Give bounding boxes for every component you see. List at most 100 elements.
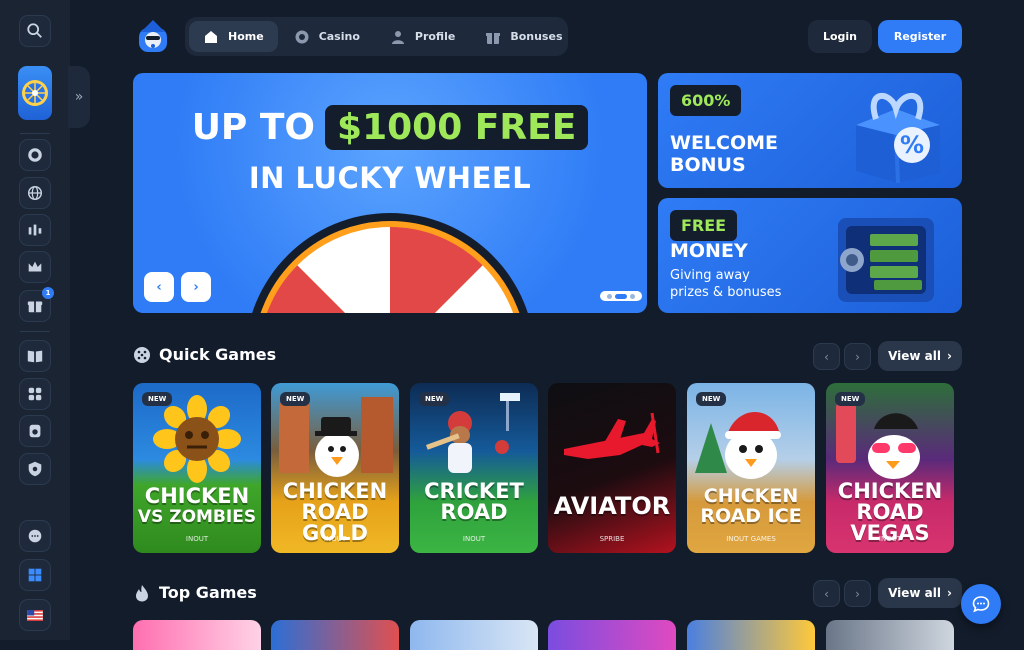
game-title-line1: CHICKEN: [837, 479, 943, 503]
sidebar-item-sports[interactable]: [19, 177, 51, 209]
game-card-chicken-road-gold[interactable]: NEW CHICKEN ROAD GOLD INOUT: [271, 383, 399, 553]
game-provider: INOUT GAMES: [726, 535, 776, 543]
game-provider: INOUT: [878, 535, 902, 543]
top-games-view-all-button[interactable]: View all ›: [878, 578, 962, 608]
sidebar-item-bonuses[interactable]: 1: [19, 287, 54, 322]
notification-badge: 1: [42, 287, 54, 299]
new-badge: NEW: [419, 392, 450, 406]
new-badge: NEW: [696, 392, 727, 406]
tab-label: Bonuses: [510, 30, 563, 43]
tab-label: Profile: [414, 30, 456, 43]
fire-icon: [136, 584, 148, 601]
top-game-card[interactable]: [133, 620, 261, 650]
stats-icon: [28, 224, 42, 236]
quick-games-view-all-button[interactable]: View all ›: [878, 341, 962, 371]
promo-title-line2: BONUS: [670, 154, 746, 176]
sidebar-item-games[interactable]: [19, 378, 51, 410]
chevron-right-icon: ›: [855, 586, 860, 601]
sidebar-item-rules[interactable]: [19, 340, 51, 372]
game-title-line2: ROAD ICE: [700, 505, 802, 527]
hero-prefix: UP TO: [191, 107, 316, 148]
view-all-label: View all: [888, 349, 941, 363]
top-game-card[interactable]: [687, 620, 815, 650]
promo-title: WELCOME BONUS: [670, 132, 778, 176]
promo-title: MONEY: [670, 240, 748, 262]
login-button[interactable]: Login: [808, 20, 872, 53]
hero-prev-button[interactable]: ‹: [144, 272, 174, 302]
hero-next-button[interactable]: ›: [181, 272, 211, 302]
game-title-line1: CRICKET: [424, 479, 524, 503]
promo-welcome-bonus[interactable]: 600% WELCOME BONUS %: [658, 73, 962, 188]
quick-games-header: Quick Games: [133, 345, 276, 364]
sidebar-item-support[interactable]: [19, 520, 51, 552]
live-chat-button[interactable]: [961, 584, 1001, 624]
tab-profile[interactable]: Profile: [376, 21, 469, 52]
game-card-chicken-vs-zombies[interactable]: NEW CHICKEN VS ZOMBIES INOUT: [133, 383, 261, 553]
airplane-art: [564, 412, 660, 459]
site-logo[interactable]: [135, 18, 171, 54]
quick-games-next-button[interactable]: ›: [844, 343, 871, 370]
game-card-cricket-road[interactable]: NEW CRICKET ROAD INOUT: [410, 383, 538, 553]
new-badge: NEW: [835, 392, 866, 406]
globe-icon: [27, 185, 43, 201]
top-games-header: Top Games: [133, 583, 257, 602]
game-title: CHICKEN ROAD ICE: [687, 486, 815, 526]
game-card-chicken-road-ice[interactable]: NEW CHICKEN ROAD ICE INOUT GAMES: [687, 383, 815, 553]
tab-label: Home: [228, 30, 264, 43]
crown-icon: [28, 261, 42, 272]
game-title: AVIATOR: [553, 492, 671, 520]
sidebar-item-security[interactable]: [19, 453, 51, 485]
tab-home[interactable]: Home: [189, 21, 278, 52]
game-provider: INOUT: [185, 535, 209, 543]
sidebar-item-download-windows[interactable]: [19, 559, 51, 591]
language-selector[interactable]: [19, 599, 51, 631]
promo-free-money[interactable]: FREE MONEY Giving away prizes & bonuses: [658, 198, 962, 313]
top-games-next-button[interactable]: ›: [844, 580, 871, 607]
hero-highlight: $1000 FREE: [325, 105, 589, 150]
flag-us-icon: [27, 609, 43, 621]
game-provider: SPRIBE: [599, 535, 625, 543]
sidebar-item-casino[interactable]: [19, 139, 51, 171]
game-card-aviator[interactable]: AVIATOR SPRIBE: [548, 383, 676, 553]
top-game-card[interactable]: [548, 620, 676, 650]
chip-icon: [28, 148, 42, 162]
promo-tag: 600%: [670, 85, 742, 116]
top-games-prev-button[interactable]: ‹: [813, 580, 840, 607]
top-game-card[interactable]: [410, 620, 538, 650]
register-button[interactable]: Register: [878, 20, 962, 53]
gift-icon: [486, 32, 501, 44]
game-title: CRICKET ROAD: [410, 481, 538, 523]
game-card-chicken-road-vegas[interactable]: NEW CHICKEN ROAD VEGAS INOUT: [826, 383, 954, 553]
chicken-santa-art: [695, 411, 781, 479]
search-button[interactable]: [19, 15, 51, 47]
chevron-right-icon: ›: [946, 349, 952, 363]
sidebar-item-promo[interactable]: [19, 415, 51, 447]
tab-bonuses[interactable]: Bonuses: [471, 21, 576, 52]
divider: [20, 133, 50, 134]
dice-icon: [134, 346, 150, 363]
hero-banner[interactable]: UP TO $1000 FREE IN LUCKY WHEEL ‹ ›: [133, 73, 647, 313]
view-all-label: View all: [888, 586, 941, 600]
chevron-right-icon: ›: [855, 349, 860, 364]
sidebar-item-vip[interactable]: [19, 251, 51, 283]
game-provider: INOUT: [462, 535, 486, 543]
top-game-card[interactable]: [271, 620, 399, 650]
quick-games-prev-button[interactable]: ‹: [813, 343, 840, 370]
book-icon: [27, 350, 43, 363]
chevron-left-icon: ‹: [824, 586, 829, 601]
new-badge: NEW: [280, 392, 311, 406]
sidebar-item-trading[interactable]: [19, 214, 51, 246]
carousel-indicator[interactable]: [600, 291, 642, 301]
chat-icon: [28, 529, 42, 543]
promo-title-line1: WELCOME: [670, 132, 779, 154]
top-game-card[interactable]: [826, 620, 954, 650]
chevron-right-icon: ›: [946, 586, 952, 600]
lucky-wheel-image: [252, 213, 528, 313]
sidebar-expand-button[interactable]: »: [68, 66, 90, 128]
lucky-wheel-thumbnail[interactable]: [18, 66, 52, 120]
tab-casino[interactable]: Casino: [280, 21, 374, 52]
games-icon: [28, 387, 42, 401]
gift-icon: [27, 301, 43, 313]
game-title-line1: CHICKEN: [144, 484, 250, 508]
safe-image: [838, 218, 934, 302]
